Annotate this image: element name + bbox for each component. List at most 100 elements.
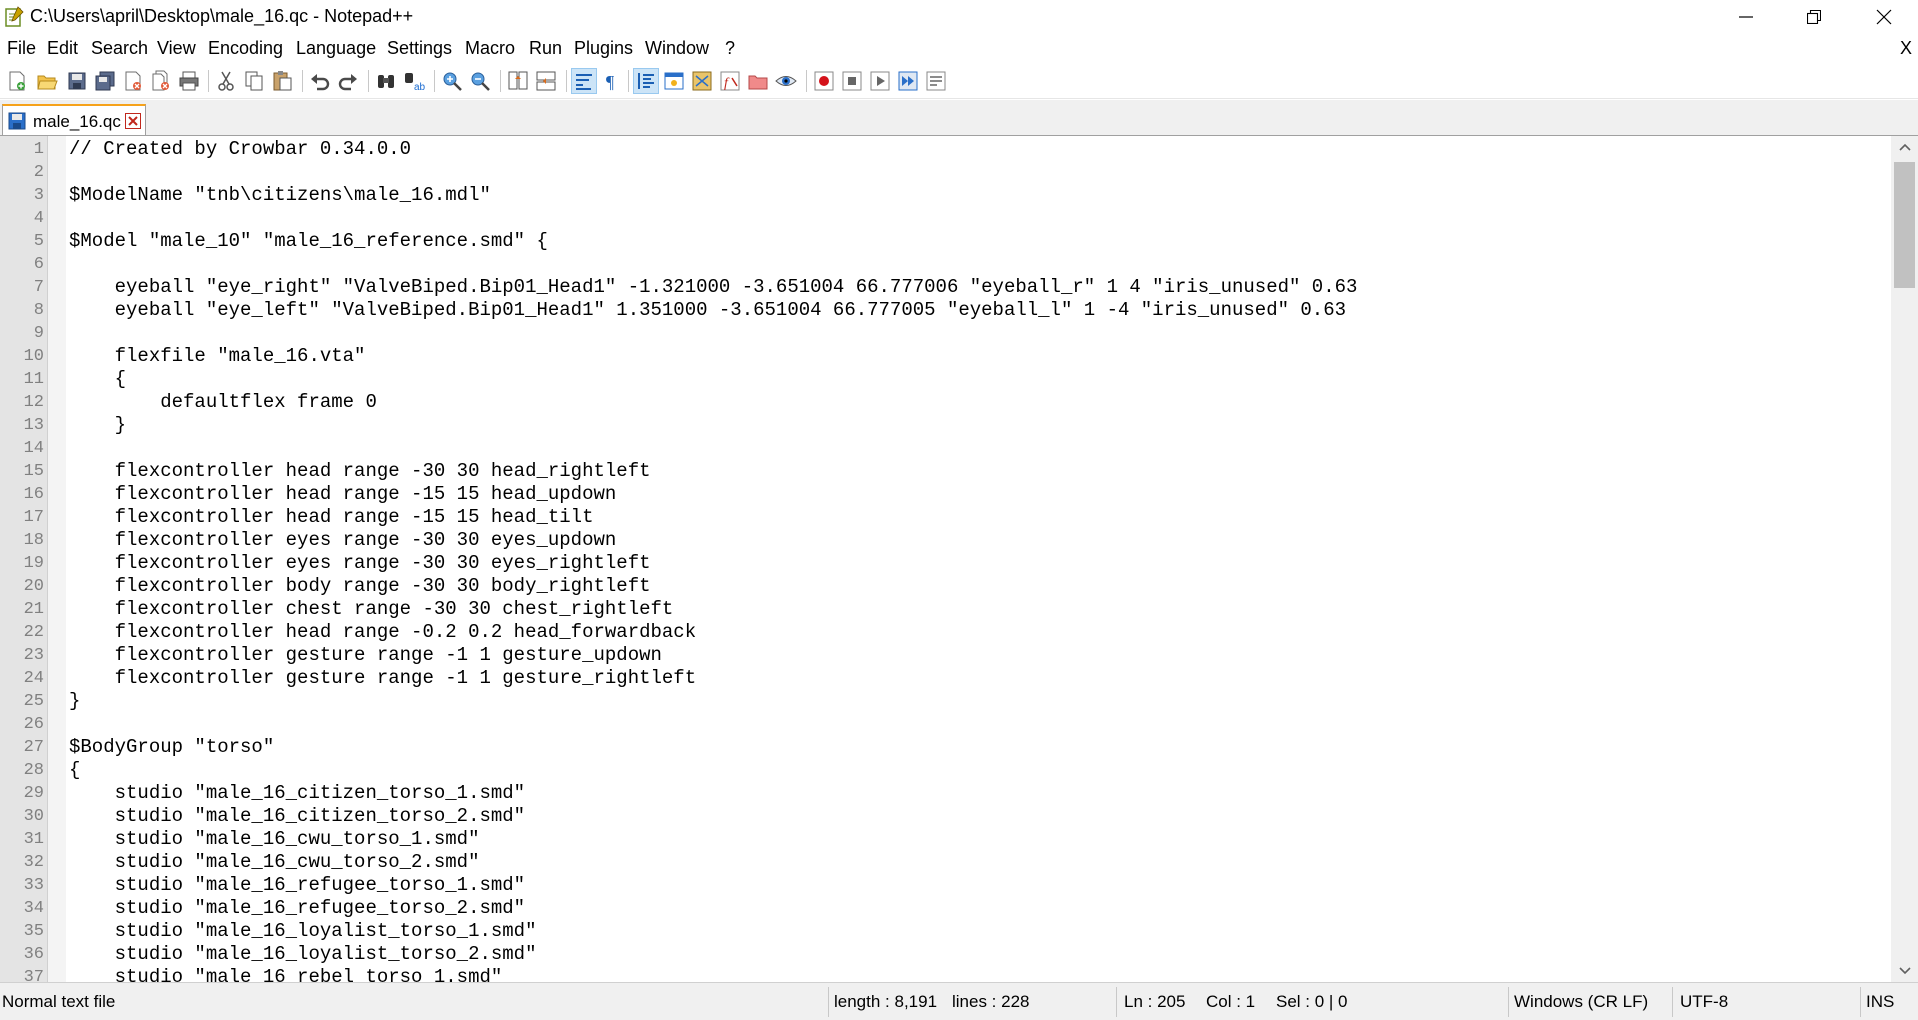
code-line[interactable]: flexcontroller head range -30 30 head_ri…	[69, 460, 651, 483]
code-line[interactable]: studio "male_16_citizen_torso_2.smd"	[69, 805, 525, 828]
sync-horizontal-button[interactable]	[534, 69, 558, 93]
code-line[interactable]: flexcontroller head range -0.2 0.2 head_…	[69, 621, 697, 644]
redo-button[interactable]	[336, 69, 360, 93]
zoom-out-button[interactable]	[468, 69, 492, 93]
vertical-scrollbar[interactable]	[1891, 136, 1918, 982]
line-number: 17	[23, 508, 44, 527]
code-line[interactable]: studio "male_16_rebel_torso_1.smd"	[69, 966, 503, 982]
code-line[interactable]: studio "male_16_loyalist_torso_2.smd"	[69, 943, 537, 966]
code-line[interactable]: $BodyGroup "torso"	[69, 736, 274, 759]
open-file-button[interactable]	[35, 69, 59, 93]
code-line[interactable]: $Model "male_10" "male_16_reference.smd"…	[69, 230, 548, 253]
code-line[interactable]: }	[69, 414, 126, 437]
close-all-button[interactable]	[149, 69, 173, 93]
code-line[interactable]: $ModelName "tnb\citizens\male_16.mdl"	[69, 184, 491, 207]
minimize-button[interactable]	[1718, 0, 1774, 34]
line-number: 16	[23, 485, 44, 504]
code-line[interactable]: flexcontroller head range -15 15 head_ti…	[69, 506, 594, 529]
start-recording-button[interactable]	[812, 69, 836, 93]
code-line[interactable]: flexcontroller eyes range -30 30 eyes_ri…	[69, 552, 651, 575]
code-line[interactable]: {	[69, 759, 80, 782]
restore-icon	[1807, 10, 1821, 24]
save-button[interactable]	[65, 69, 89, 93]
scrollbar-thumb[interactable]	[1894, 162, 1915, 288]
copy-button[interactable]	[242, 69, 266, 93]
menu-macro[interactable]: Macro	[465, 38, 515, 59]
menu-view[interactable]: View	[157, 38, 196, 59]
code-line[interactable]: }	[69, 690, 80, 713]
menu-edit[interactable]: Edit	[47, 38, 78, 59]
code-line[interactable]: flexcontroller gesture range -1 1 gestur…	[69, 667, 697, 690]
code-line[interactable]: studio "male_16_loyalist_torso_1.smd"	[69, 920, 537, 943]
folder-as-workspace-button[interactable]	[746, 69, 770, 93]
tab-close-icon[interactable]	[125, 113, 141, 129]
scroll-down-button[interactable]	[1891, 960, 1918, 982]
document-map-button[interactable]	[690, 69, 714, 93]
menu-window[interactable]: Window	[645, 38, 709, 59]
editor[interactable]: 1 2 3 4 5 6 7 8 9 10 11 12 13 14 15 16 17 18 19 20 21 22 23 24 2…	[0, 136, 1918, 982]
code-line[interactable]: {	[69, 368, 126, 391]
code-line[interactable]: eyeball "eye_left" "ValveBiped.Bip01_Hea…	[69, 299, 1346, 322]
menu-help[interactable]: ?	[725, 38, 735, 59]
tab-male-16-qc[interactable]: male_16.qc	[2, 104, 146, 135]
close-document-button[interactable]: X	[1900, 38, 1912, 59]
menu-search[interactable]: Search	[91, 38, 148, 59]
menu-run[interactable]: Run	[529, 38, 562, 59]
code-line[interactable]: eyeball "eye_right" "ValveBiped.Bip01_He…	[69, 276, 1358, 299]
scroll-up-button[interactable]	[1891, 136, 1918, 158]
code-line[interactable]: flexcontroller eyes range -30 30 eyes_up…	[69, 529, 617, 552]
menu-plugins[interactable]: Plugins	[574, 38, 633, 59]
status-insert-mode[interactable]: INS	[1866, 992, 1894, 1012]
find-button[interactable]	[374, 69, 398, 93]
show-all-characters-button[interactable]: ¶	[600, 69, 624, 93]
restore-button[interactable]	[1786, 0, 1842, 34]
save-macro-button[interactable]	[924, 69, 948, 93]
fold-margin[interactable]	[48, 136, 66, 982]
replace-button[interactable]: ab	[402, 69, 426, 93]
floppy-disk-icon	[68, 72, 86, 90]
zoom-in-button[interactable]	[440, 69, 464, 93]
line-number: 11	[23, 370, 44, 389]
menu-language[interactable]: Language	[296, 38, 376, 59]
user-defined-language-button[interactable]	[662, 69, 686, 93]
stop-recording-button[interactable]	[840, 69, 864, 93]
code-line[interactable]: studio "male_16_refugee_torso_1.smd"	[69, 874, 525, 897]
close-icon	[1876, 9, 1892, 25]
code-line[interactable]: studio "male_16_cwu_torso_2.smd"	[69, 851, 480, 874]
status-column: Col : 1	[1206, 992, 1256, 1011]
sync-vertical-button[interactable]	[506, 69, 530, 93]
close-window-button[interactable]	[1856, 0, 1912, 34]
indent-guide-button[interactable]	[633, 68, 659, 94]
word-wrap-button[interactable]	[571, 68, 597, 94]
status-bar: Normal text file length : 8,191 lines : …	[0, 982, 1918, 1020]
function-list-button[interactable]: f	[718, 69, 742, 93]
code-line[interactable]: studio "male_16_citizen_torso_1.smd"	[69, 782, 525, 805]
code-line[interactable]: flexcontroller chest range -30 30 chest_…	[69, 598, 674, 621]
fast-forward-icon	[898, 71, 918, 91]
monitoring-button[interactable]	[774, 69, 798, 93]
status-encoding[interactable]: UTF-8	[1680, 992, 1728, 1012]
save-all-button[interactable]	[93, 69, 117, 93]
playback-button[interactable]	[868, 69, 892, 93]
undo-button[interactable]	[308, 69, 332, 93]
menu-encoding[interactable]: Encoding	[208, 38, 283, 59]
code-line[interactable]: flexcontroller head range -15 15 head_up…	[69, 483, 617, 506]
chevron-up-icon	[1898, 143, 1911, 151]
code-line[interactable]: studio "male_16_refugee_torso_2.smd"	[69, 897, 525, 920]
print-button[interactable]	[177, 69, 201, 93]
close-button[interactable]	[121, 69, 145, 93]
code-line[interactable]: // Created by Crowbar 0.34.0.0	[69, 138, 411, 161]
code-line[interactable]: flexcontroller body range -30 30 body_ri…	[69, 575, 651, 598]
code-line[interactable]: studio "male_16_cwu_torso_1.smd"	[69, 828, 480, 851]
paste-button[interactable]	[270, 69, 294, 93]
code-line[interactable]: defaultflex frame 0	[69, 391, 377, 414]
line-number: 13	[23, 416, 44, 435]
cut-button[interactable]	[214, 69, 238, 93]
menu-file[interactable]: File	[7, 38, 36, 59]
run-macro-multiple-button[interactable]	[896, 69, 920, 93]
status-eol-format[interactable]: Windows (CR LF)	[1514, 992, 1648, 1012]
menu-settings[interactable]: Settings	[387, 38, 452, 59]
new-file-button[interactable]	[5, 69, 29, 93]
code-line[interactable]: flexcontroller gesture range -1 1 gestur…	[69, 644, 662, 667]
code-line[interactable]: flexfile "male_16.vta"	[69, 345, 366, 368]
